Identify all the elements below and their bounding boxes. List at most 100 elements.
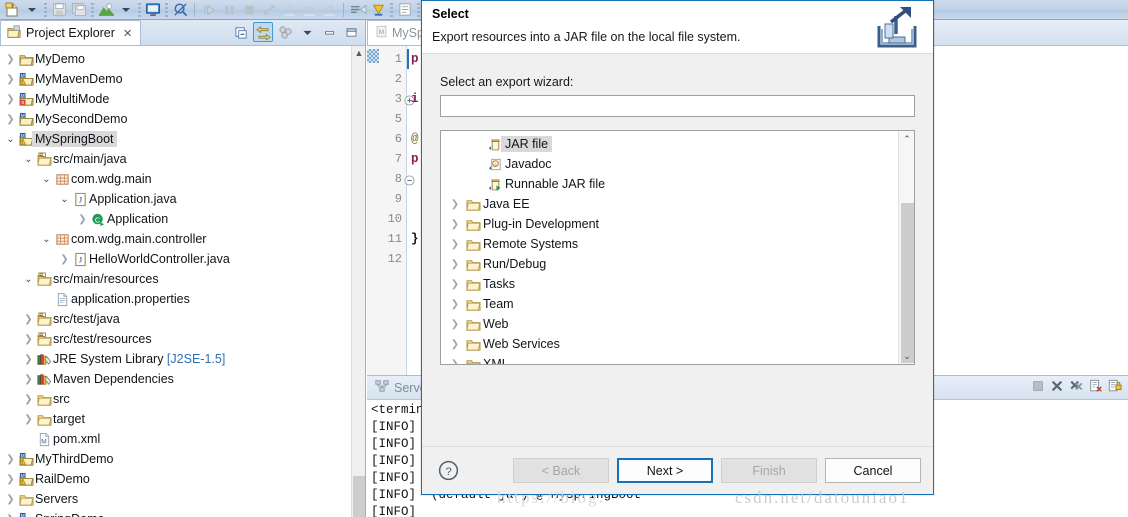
tree-item[interactable]: ❯ JRE System Library [J2SE-1.5] bbox=[0, 349, 365, 369]
tree-expand-arrow[interactable]: ❯ bbox=[22, 354, 35, 365]
back-button[interactable]: < Back bbox=[513, 458, 609, 483]
tree-expand-arrow[interactable]: ⌄ bbox=[22, 154, 35, 165]
tree-item[interactable]: application.properties bbox=[0, 289, 365, 309]
finish-button[interactable]: Finish bbox=[721, 458, 817, 483]
tree-expand-arrow[interactable]: ❯ bbox=[4, 514, 17, 517]
tree-expand-arrow[interactable]: ❯ bbox=[58, 254, 71, 265]
tree-item[interactable]: ⌄ src/main/java bbox=[0, 149, 365, 169]
tree-expand-arrow[interactable]: ❯ bbox=[4, 74, 17, 85]
wizard-tree-item[interactable]: a Javadoc bbox=[441, 154, 914, 174]
wizard-filter-input[interactable] bbox=[440, 95, 915, 117]
project-explorer-scrollbar[interactable]: ▲ bbox=[351, 46, 365, 517]
tree-expand-arrow[interactable]: ⌄ bbox=[40, 174, 53, 185]
publish-dropdown-icon[interactable] bbox=[116, 1, 136, 19]
wizard-expand-arrow[interactable]: ❯ bbox=[447, 239, 463, 250]
scroll-up-icon[interactable]: ⌃ bbox=[899, 131, 914, 147]
tree-item[interactable]: ❯ M! MyThirdDemo bbox=[0, 449, 365, 469]
tree-expand-arrow[interactable]: ❯ bbox=[76, 214, 89, 225]
tree-expand-arrow[interactable]: ❯ bbox=[22, 374, 35, 385]
tree-expand-arrow[interactable]: ❯ bbox=[4, 494, 17, 505]
tree-expand-arrow[interactable]: ❯ bbox=[4, 94, 17, 105]
tree-item[interactable]: ❯ target bbox=[0, 409, 365, 429]
wizard-expand-arrow[interactable]: ❯ bbox=[447, 359, 463, 365]
close-icon[interactable]: ✕ bbox=[123, 27, 132, 40]
tree-item[interactable]: ❯M SpringDemo bbox=[0, 509, 365, 517]
tree-item[interactable]: ⌄ M! MySpringBoot bbox=[0, 129, 365, 149]
run-icon[interactable] bbox=[348, 1, 368, 19]
wizard-tree-item[interactable]: ❯ Web bbox=[441, 314, 914, 334]
tree-item[interactable]: ⌄ com.wdg.main.controller bbox=[0, 229, 365, 249]
tree-item[interactable]: ⌄ com.wdg.main bbox=[0, 169, 365, 189]
tree-expand-arrow[interactable]: ❯ bbox=[22, 394, 35, 405]
link-with-editor-button[interactable] bbox=[253, 22, 273, 42]
wizard-tree-item[interactable]: ❯ Java EE bbox=[441, 194, 914, 214]
tree-item[interactable]: ❯ M MySecondDemo bbox=[0, 109, 365, 129]
collapse-all-button[interactable] bbox=[231, 22, 251, 42]
tree-expand-arrow[interactable]: ⌄ bbox=[58, 194, 71, 205]
scroll-down-icon[interactable]: ⌄ bbox=[899, 348, 914, 364]
wizard-expand-arrow[interactable]: ❯ bbox=[447, 199, 463, 210]
wizard-tree-item[interactable]: JAR file bbox=[441, 134, 914, 154]
tree-item[interactable]: ❯ Servers bbox=[0, 489, 365, 509]
publish-icon[interactable] bbox=[96, 1, 116, 19]
tree-expand-arrow[interactable]: ⌄ bbox=[22, 274, 35, 285]
wizard-tree-scrollbar[interactable]: ⌃ ⌄ bbox=[898, 131, 914, 364]
scroll-up-icon[interactable]: ▲ bbox=[352, 46, 366, 60]
wizard-tree-item[interactable]: Runnable JAR file bbox=[441, 174, 914, 194]
wizard-tree-item[interactable]: ❯ Web Services bbox=[441, 334, 914, 354]
scroll-lock-button[interactable] bbox=[1108, 379, 1122, 396]
tree-item[interactable]: ❯ M! MyMavenDemo bbox=[0, 69, 365, 89]
remove-launch-button[interactable] bbox=[1050, 379, 1064, 396]
tab-project-explorer[interactable]: Project Explorer ✕ bbox=[0, 20, 142, 45]
wizard-expand-arrow[interactable]: ❯ bbox=[447, 219, 463, 230]
wizard-tree-item[interactable]: ❯ Tasks bbox=[441, 274, 914, 294]
remove-all-terminated-button[interactable] bbox=[1069, 379, 1084, 396]
tree-item[interactable]: ⌄ J Application.java bbox=[0, 189, 365, 209]
no-search-icon[interactable] bbox=[170, 1, 190, 19]
tree-item[interactable]: ❯ Mx MyMultiMode bbox=[0, 89, 365, 109]
scrollbar-thumb[interactable] bbox=[901, 203, 914, 363]
tree-item[interactable]: ❯ src/test/java bbox=[0, 309, 365, 329]
debug-icon[interactable] bbox=[368, 1, 388, 19]
tree-expand-arrow[interactable]: ❯ bbox=[4, 54, 17, 65]
scrollbar-thumb[interactable] bbox=[353, 476, 365, 517]
tree-expand-arrow[interactable]: ❯ bbox=[22, 334, 35, 345]
next-button[interactable]: Next > bbox=[617, 458, 713, 483]
wizard-tree-item[interactable]: ❯ Plug-in Development bbox=[441, 214, 914, 234]
tree-item[interactable]: ❯ M! RailDemo bbox=[0, 469, 365, 489]
tree-item[interactable]: ❯ J HelloWorldController.java bbox=[0, 249, 365, 269]
tree-item[interactable]: ❯ C Application bbox=[0, 209, 365, 229]
tree-expand-arrow[interactable]: ❯ bbox=[4, 114, 17, 125]
tree-expand-arrow[interactable]: ❯ bbox=[4, 454, 17, 465]
tree-expand-arrow[interactable]: ⌄ bbox=[4, 134, 17, 145]
tree-expand-arrow[interactable]: ❯ bbox=[22, 414, 35, 425]
tree-item[interactable]: ❯ Maven Dependencies bbox=[0, 369, 365, 389]
wizard-tree-item[interactable]: ❯ Remote Systems bbox=[441, 234, 914, 254]
clear-console-button[interactable] bbox=[1089, 379, 1103, 396]
new-dropdown-icon[interactable] bbox=[22, 1, 42, 19]
wizard-tree-item[interactable]: ❯ XML bbox=[441, 354, 914, 365]
wizard-expand-arrow[interactable]: ❯ bbox=[447, 259, 463, 270]
terminal-icon[interactable] bbox=[143, 1, 163, 19]
tree-expand-arrow[interactable]: ⌄ bbox=[40, 234, 53, 245]
tree-expand-arrow[interactable]: ❯ bbox=[22, 314, 35, 325]
open-type-icon[interactable] bbox=[395, 1, 415, 19]
tree-item[interactable]: ❯ src/test/resources bbox=[0, 329, 365, 349]
view-menu-button[interactable] bbox=[297, 22, 317, 42]
new-icon[interactable] bbox=[2, 1, 22, 19]
wizard-expand-arrow[interactable]: ❯ bbox=[447, 279, 463, 290]
cancel-button[interactable]: Cancel bbox=[825, 458, 921, 483]
project-tree[interactable]: ❯ MyDemo ❯ M! MyMavenDemo ❯ Mx MyMultiMode ❯ M MyS… bbox=[0, 46, 365, 517]
wizard-tree-item[interactable]: ❯ Team bbox=[441, 294, 914, 314]
terminate-button[interactable] bbox=[1031, 379, 1045, 396]
tree-item[interactable]: Mpom.xml bbox=[0, 429, 365, 449]
wizard-expand-arrow[interactable]: ❯ bbox=[447, 319, 463, 330]
maximize-button[interactable] bbox=[341, 22, 361, 42]
tree-item[interactable]: ❯ src bbox=[0, 389, 365, 409]
export-wizard-tree[interactable]: JAR file a Javadoc Runnable JAR file ❯ Java E… bbox=[440, 130, 915, 365]
wizard-expand-arrow[interactable]: ❯ bbox=[447, 299, 463, 310]
wizard-tree-item[interactable]: ❯ Run/Debug bbox=[441, 254, 914, 274]
minimize-button[interactable] bbox=[319, 22, 339, 42]
help-question-icon[interactable]: ? bbox=[438, 460, 459, 481]
tree-expand-arrow[interactable]: ❯ bbox=[4, 474, 17, 485]
